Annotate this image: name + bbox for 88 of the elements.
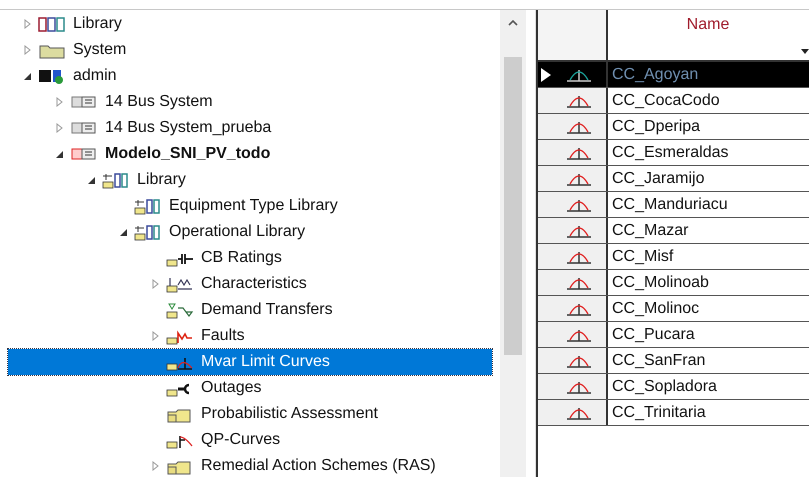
tree-item[interactable]: System (72, 38, 128, 62)
books-folder-icon (134, 224, 162, 240)
curve-icon (566, 328, 592, 342)
row-header[interactable] (538, 140, 608, 165)
name-cell-text: CC_Pucara (612, 324, 695, 344)
row-header[interactable] (538, 218, 608, 243)
name-cell-text: CC_Mazar (612, 220, 688, 240)
tree-item[interactable]: Probabilistic Assessment (200, 402, 379, 426)
curve-icon (566, 120, 592, 134)
name-cell-text: CC_Molinoc (612, 298, 700, 318)
arrow-folder-icon (166, 302, 194, 318)
name-cell-text: CC_Esmeraldas (612, 142, 728, 162)
curve-icon (566, 302, 592, 316)
tree-item[interactable]: admin (72, 64, 118, 88)
tree-item[interactable]: Operational Library (168, 220, 306, 244)
dropdown-icon[interactable] (801, 49, 809, 54)
row-header[interactable] (538, 348, 608, 373)
name-cell-text: CC_Molinoab (612, 272, 709, 292)
curve-icon (566, 354, 592, 368)
name-cell-text: CC_Sopladora (612, 376, 717, 396)
name-cell-text: CC_Dperipa (612, 116, 700, 136)
collapse-icon[interactable] (23, 71, 32, 81)
column-header[interactable]: Name (608, 10, 808, 37)
collapse-icon[interactable] (55, 149, 64, 159)
current-row-icon (541, 68, 551, 82)
name-cell-text: CC_Agoyan (612, 64, 698, 84)
collapse-icon[interactable] (87, 175, 96, 185)
wave-folder-icon (166, 276, 194, 292)
name-cell-text: CC_SanFran (612, 350, 706, 370)
expand-icon[interactable] (151, 331, 160, 341)
books-icon (38, 16, 66, 32)
curve-icon (566, 68, 592, 82)
expand-icon[interactable] (55, 97, 64, 107)
tree-item[interactable]: Mvar Limit Curves (200, 350, 331, 374)
tree-item[interactable]: QP-Curves (200, 428, 282, 452)
row-header[interactable] (538, 114, 608, 139)
curve-icon (566, 224, 592, 238)
name-cell-text: CC_Trinitaria (612, 402, 706, 422)
curve-icon (566, 406, 592, 420)
curve-icon (566, 198, 592, 212)
curve-icon (566, 146, 592, 160)
expand-icon[interactable] (23, 45, 32, 55)
curve-icon (566, 94, 592, 108)
expand-icon[interactable] (55, 123, 64, 133)
tree-item[interactable]: 14 Bus System (104, 90, 214, 114)
name-cell-text: CC_Misf (612, 246, 674, 266)
tree-item[interactable]: CB Ratings (200, 246, 283, 270)
tree-item[interactable]: 14 Bus System_prueba (104, 116, 272, 140)
tree-item[interactable]: Modelo_SNI_PV_todo (104, 142, 272, 166)
row-header[interactable] (538, 166, 608, 191)
name-cell-text: CC_Jaramijo (612, 168, 704, 188)
row-header[interactable] (538, 62, 608, 87)
expand-icon[interactable] (151, 461, 160, 471)
tree-item[interactable]: Equipment Type Library (168, 194, 339, 218)
tree-item[interactable]: Faults (200, 324, 246, 348)
user-icon (38, 68, 66, 84)
row-header[interactable] (538, 374, 608, 399)
scroll-up-icon[interactable] (508, 20, 518, 26)
collapse-icon[interactable] (119, 227, 128, 237)
row-header[interactable] (538, 244, 608, 269)
name-cell-text: CC_Manduriacu (612, 194, 728, 214)
row-header[interactable] (538, 296, 608, 321)
curve-icon (566, 250, 592, 264)
tree-item[interactable]: Demand Transfers (200, 298, 334, 322)
project-icon (70, 120, 98, 136)
curve-icon (566, 172, 592, 186)
tree-item[interactable]: Remedial Action Schemes (RAS) (200, 454, 437, 477)
curve-icon (566, 276, 592, 290)
row-header[interactable] (538, 192, 608, 217)
tree-item[interactable]: Library (136, 168, 187, 192)
row-header[interactable] (538, 400, 608, 425)
tree-item[interactable]: Outages (200, 376, 262, 400)
books-folder-icon (134, 198, 162, 214)
scrollbar[interactable] (500, 10, 526, 477)
books-folder-icon (102, 172, 130, 188)
row-header[interactable] (538, 270, 608, 295)
expand-icon[interactable] (23, 19, 32, 29)
curve-icon (566, 380, 592, 394)
row-header[interactable] (538, 322, 608, 347)
expand-icon[interactable] (151, 279, 160, 289)
tree-item[interactable]: Library (72, 12, 123, 36)
scroll-thumb[interactable] (504, 57, 522, 355)
name-cell-text: CC_CocaCodo (612, 90, 720, 110)
spike-folder-icon (166, 328, 194, 344)
project-icon (70, 146, 98, 162)
tree-item[interactable]: Characteristics (200, 272, 308, 296)
project-icon (70, 94, 98, 110)
row-header[interactable] (538, 88, 608, 113)
